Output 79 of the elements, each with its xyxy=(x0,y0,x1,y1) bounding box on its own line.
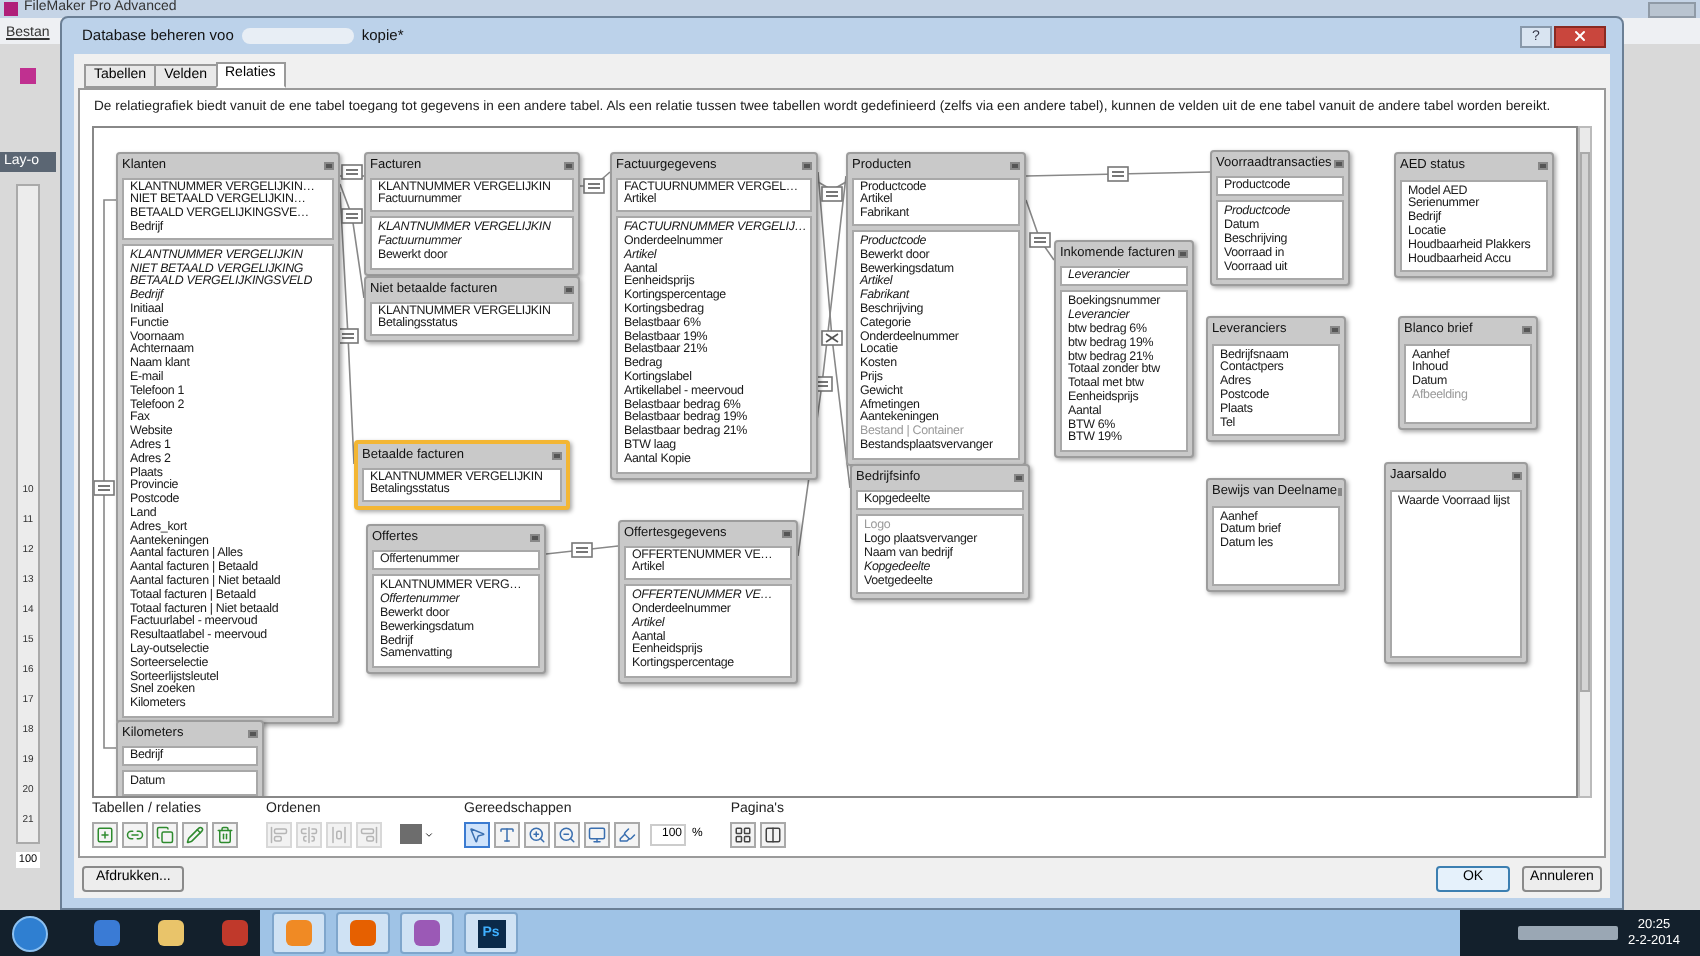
equals-join-icon[interactable] xyxy=(94,479,115,496)
equals-join-icon[interactable] xyxy=(571,541,593,558)
equals-join-icon[interactable] xyxy=(341,207,363,224)
toolbar-icon xyxy=(330,825,348,844)
table-menu-icon[interactable] xyxy=(1334,160,1344,169)
close-icon xyxy=(1572,28,1588,44)
table-menu-icon[interactable] xyxy=(324,162,334,171)
toolbar-icon xyxy=(300,825,318,844)
relationship-line xyxy=(545,544,619,555)
toolbar-icon xyxy=(468,825,486,844)
equals-join-icon[interactable] xyxy=(337,327,359,344)
equals-join-icon[interactable] xyxy=(1029,231,1051,248)
relationship-line xyxy=(339,174,365,177)
color-picker-button[interactable] xyxy=(398,821,436,848)
close-button[interactable] xyxy=(1554,25,1606,47)
toolbar-button[interactable] xyxy=(584,821,610,848)
toolbar-button[interactable] xyxy=(182,821,208,848)
toolbar-button[interactable] xyxy=(122,821,148,848)
toolbar-button[interactable] xyxy=(464,821,490,848)
table-menu-icon[interactable] xyxy=(248,730,258,739)
toolbar-icon xyxy=(558,825,576,844)
scroll-thumb[interactable] xyxy=(1580,151,1590,692)
start-button[interactable] xyxy=(12,915,48,951)
toolbar-icon xyxy=(588,825,606,844)
table-menu-icon[interactable] xyxy=(564,286,574,295)
toolbar-icon xyxy=(96,825,114,844)
table-menu-icon[interactable] xyxy=(1522,326,1532,335)
toolbar-icon xyxy=(764,825,783,844)
toolbar-icon xyxy=(360,825,378,844)
toolbar-button[interactable] xyxy=(92,821,118,848)
window-controls-icon xyxy=(1648,2,1696,18)
table-menu-icon[interactable] xyxy=(802,162,812,171)
toolbar-icon xyxy=(186,825,204,844)
table-menu-icon[interactable] xyxy=(1538,162,1548,171)
layout-icon xyxy=(20,68,36,84)
table-node[interactable] xyxy=(610,151,818,480)
toolbar-button[interactable] xyxy=(554,821,580,848)
app-logo-icon xyxy=(4,2,18,16)
toolbar-icon xyxy=(126,825,144,844)
equals-join-icon[interactable] xyxy=(583,177,605,194)
table-node[interactable] xyxy=(116,151,340,724)
table-menu-icon[interactable] xyxy=(1010,162,1020,171)
equals-join-icon[interactable] xyxy=(821,185,843,202)
table-menu-icon[interactable] xyxy=(782,530,792,539)
app-icon xyxy=(350,920,376,946)
toolbar-icon xyxy=(216,825,234,844)
toolbar-icon xyxy=(734,825,753,844)
toolbar-icon xyxy=(156,825,174,844)
app-icon xyxy=(158,920,184,946)
toolbar-button[interactable] xyxy=(730,821,757,848)
redacted-block xyxy=(241,28,354,44)
toolbar-icon xyxy=(498,825,516,844)
equals-join-icon[interactable] xyxy=(341,163,363,180)
relationship-line xyxy=(579,170,611,187)
toolbar-icon xyxy=(528,825,546,844)
app-icon xyxy=(414,920,440,946)
cross-join-icon[interactable] xyxy=(821,329,843,346)
app-icon xyxy=(222,920,248,946)
table-node[interactable] xyxy=(846,151,1026,466)
toolbar-icon xyxy=(618,825,636,844)
table-menu-icon[interactable] xyxy=(1512,472,1522,481)
table-menu-icon[interactable] xyxy=(1178,250,1188,259)
relationship-line xyxy=(1025,198,1055,261)
toolbar-button[interactable] xyxy=(152,821,178,848)
toolbar-button[interactable] xyxy=(614,821,640,848)
caret-icon xyxy=(424,829,434,840)
toolbar-icon xyxy=(270,825,288,844)
table-menu-icon[interactable] xyxy=(564,162,574,171)
app-icon xyxy=(94,920,120,946)
toolbar-button[interactable] xyxy=(212,821,238,848)
table-menu-icon[interactable] xyxy=(552,452,562,461)
vertical-scrollbar[interactable] xyxy=(1578,125,1592,798)
table-menu-icon[interactable] xyxy=(1330,326,1340,335)
app-icon xyxy=(286,920,312,946)
toolbar-button[interactable] xyxy=(760,821,787,848)
table-menu-icon[interactable] xyxy=(1014,474,1024,483)
toolbar-button[interactable] xyxy=(524,821,550,848)
equals-join-icon[interactable] xyxy=(1107,165,1129,182)
table-menu-icon[interactable] xyxy=(530,534,540,543)
